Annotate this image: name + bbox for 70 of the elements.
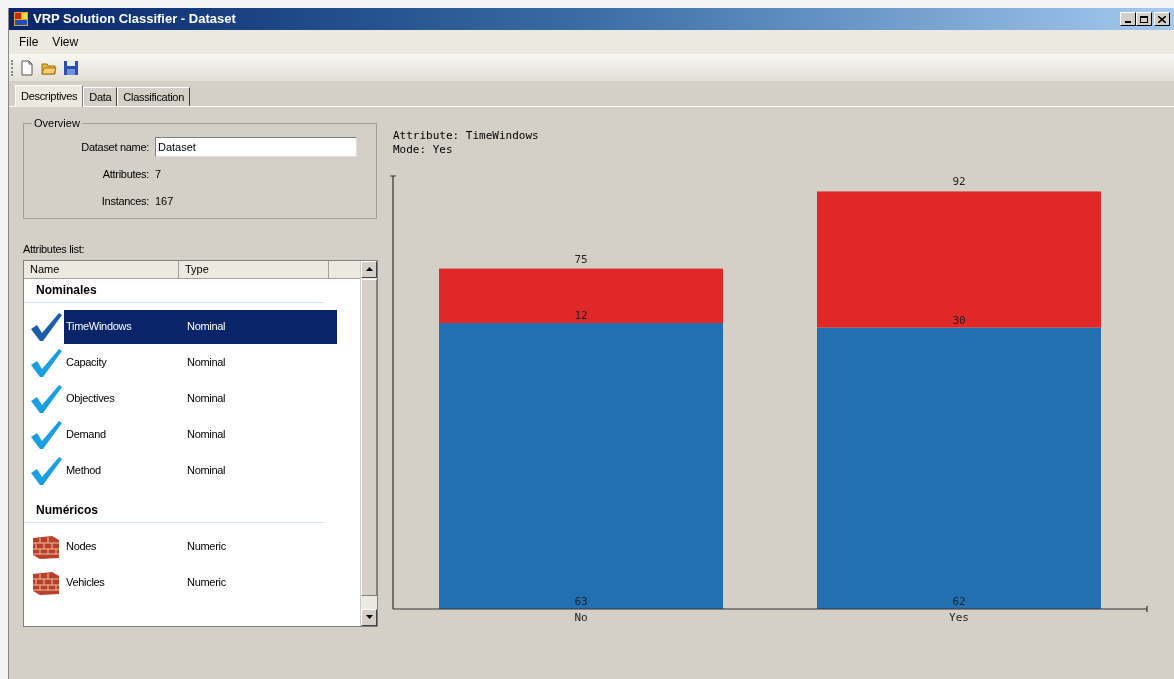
new-file-icon: [19, 59, 35, 76]
attribute-type: Nominal: [187, 319, 226, 335]
value-label: 62: [952, 595, 966, 608]
attribute-type: Nominal: [187, 391, 226, 407]
list-row[interactable]: TimeWindows Nominal: [64, 309, 337, 344]
attribute-name: Demand: [65, 427, 107, 443]
list-row[interactable]: Capacity Nominal: [64, 345, 337, 380]
attribute-type: Numeric: [187, 575, 226, 591]
list-row[interactable]: Vehicles Numeric: [64, 565, 337, 600]
checkmark-icon: [29, 454, 63, 487]
checkmark-icon: [29, 346, 63, 379]
field-label: Attributes:: [101, 166, 150, 182]
tab[interactable]: Descriptives: [15, 85, 84, 107]
category-label: No: [574, 611, 588, 624]
dataset-name-field[interactable]: Dataset: [155, 137, 357, 157]
maximize-icon: [1140, 15, 1148, 23]
value-label: 63: [574, 595, 588, 608]
attribute-type: Numeric: [187, 539, 226, 555]
scroll-down-button[interactable]: [361, 608, 377, 626]
column-header[interactable]: Type: [179, 260, 329, 279]
close-icon: [1158, 15, 1166, 23]
attribute-name: Vehicles: [65, 575, 106, 591]
brick-wall-icon: [32, 533, 60, 560]
column-header[interactable]: Name: [24, 260, 179, 279]
menu-item[interactable]: File: [13, 32, 45, 52]
attribute-type: Nominal: [187, 427, 226, 443]
attribute-type: Nominal: [187, 463, 226, 479]
maximize-button[interactable]: [1136, 12, 1152, 26]
field-value: 167: [155, 193, 174, 209]
value-label: 30: [952, 313, 966, 327]
attribute-name: Nodes: [65, 539, 98, 555]
field-label: Instances:: [100, 193, 150, 209]
tab[interactable]: Classification: [117, 87, 190, 106]
field-label: Dataset name:: [80, 139, 150, 155]
value-label: 12: [574, 309, 588, 323]
list-row[interactable]: Demand Nominal: [64, 417, 337, 452]
scroll-thumb[interactable]: [361, 278, 377, 596]
window-title: VRP Solution Classifier - Dataset: [33, 10, 236, 29]
brick-wall-icon: [32, 569, 60, 596]
group-header: Numéricos: [36, 502, 99, 519]
group-header: Nominales: [36, 282, 97, 299]
checkmark-icon: [29, 310, 63, 343]
checkmark-icon: [29, 382, 63, 415]
attribute-name: Capacity: [65, 355, 108, 371]
list-row[interactable]: Objectives Nominal: [64, 381, 337, 416]
list-row[interactable]: Nodes Numeric: [64, 529, 337, 564]
chart-info-text: Attribute: TimeWindows: [393, 129, 540, 143]
scroll-up-button[interactable]: [361, 260, 377, 278]
app-icon: [13, 11, 29, 27]
field-value: 7: [155, 166, 162, 182]
scrollbar[interactable]: [360, 260, 377, 626]
up-arrow-icon: [365, 267, 373, 271]
tab[interactable]: Data: [83, 87, 118, 106]
attributes-list-label: Attributes list:: [23, 242, 86, 257]
down-arrow-icon: [365, 615, 373, 619]
total-label: 92: [952, 175, 966, 189]
minimize-button[interactable]: [1120, 12, 1136, 26]
attribute-type: Nominal: [187, 355, 226, 371]
attribute-name: TimeWindows: [65, 319, 133, 335]
group-title: Overview: [32, 116, 82, 130]
checkmark-icon: [29, 418, 63, 451]
chart-info-text: Mode: Yes: [393, 143, 454, 157]
attribute-name: Method: [65, 463, 102, 479]
list-row[interactable]: Method Nominal: [64, 453, 337, 488]
category-label: Yes: [949, 611, 969, 624]
close-button[interactable]: [1154, 12, 1170, 26]
menu-item[interactable]: View: [46, 32, 85, 52]
minimize-icon: [1125, 21, 1131, 23]
total-label: 75: [574, 252, 588, 266]
attribute-name: Objectives: [65, 391, 116, 407]
